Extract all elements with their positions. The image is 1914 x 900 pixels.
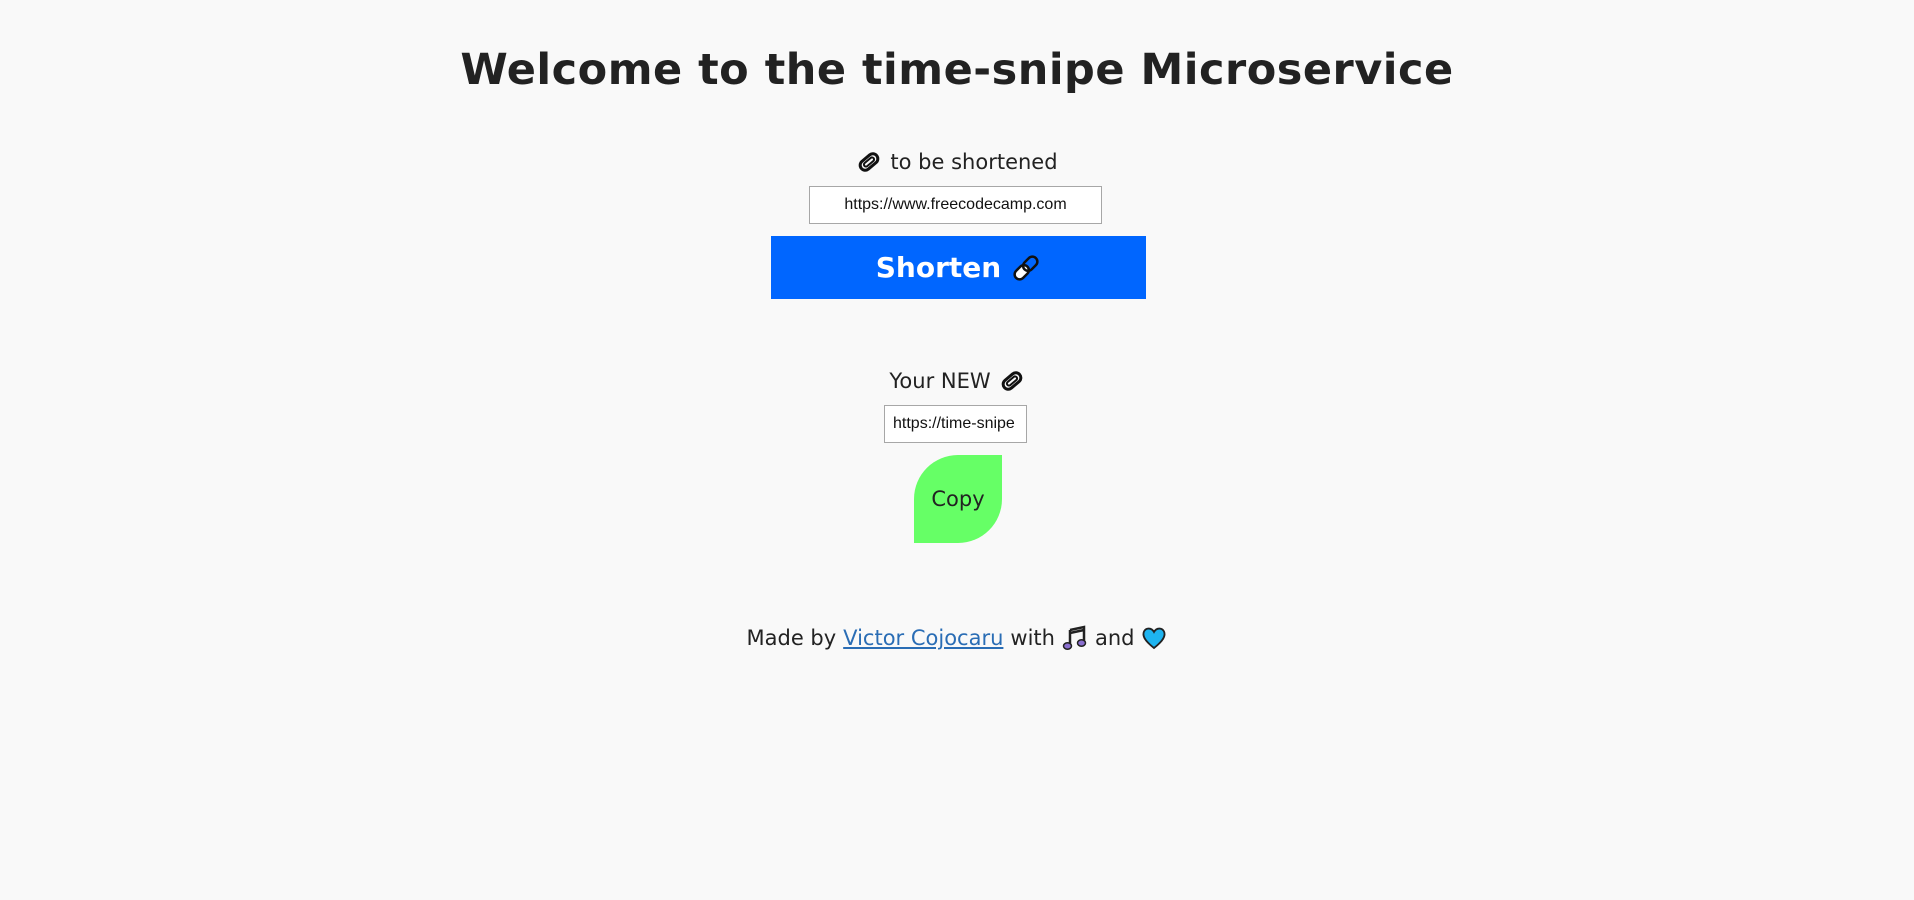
paperclips-icon	[1011, 253, 1041, 283]
long-url-input[interactable]	[809, 186, 1102, 224]
author-link[interactable]: Victor Cojocaru	[843, 623, 1003, 653]
footer: Made by Victor Cojocaru with and	[0, 623, 1914, 653]
paperclip-icon	[999, 368, 1025, 394]
music-notes-icon	[1062, 625, 1088, 651]
footer-and: and	[1094, 626, 1135, 650]
result-label-row: Your NEW	[0, 366, 1914, 396]
shorten-button[interactable]: Shorten	[771, 236, 1146, 299]
shorten-label-row: to be shortened	[0, 147, 1914, 177]
copy-button-label: Copy	[931, 487, 985, 511]
copy-button[interactable]: Copy	[914, 455, 1002, 543]
page: Welcome to the time-snipe Microservice t…	[0, 0, 1914, 900]
shorten-button-label: Shorten	[875, 251, 1002, 284]
shorten-label: to be shortened	[890, 150, 1058, 174]
result-label: Your NEW	[889, 369, 991, 393]
blue-heart-icon	[1141, 625, 1167, 651]
footer-made-by: Made by	[746, 626, 837, 650]
page-title: Welcome to the time-snipe Microservice	[460, 45, 1454, 95]
footer-with: with	[1010, 626, 1055, 650]
short-url-output[interactable]	[884, 405, 1027, 443]
paperclip-icon	[856, 149, 882, 175]
